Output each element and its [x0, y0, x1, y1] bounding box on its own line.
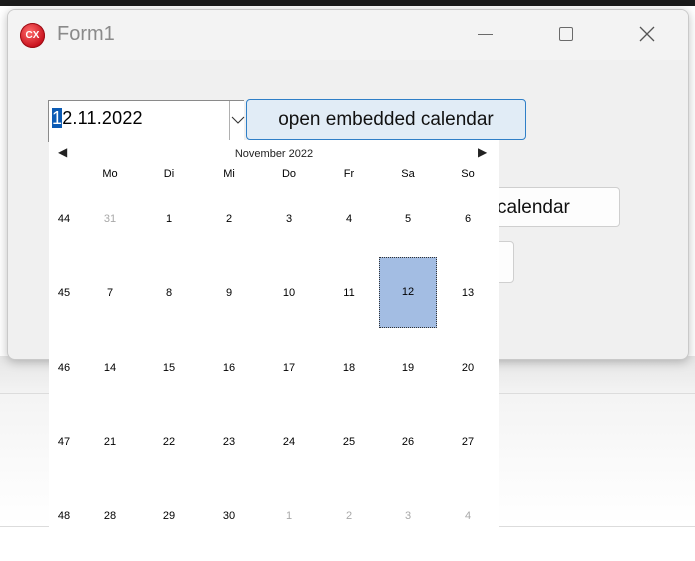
- maximize-icon: [559, 27, 573, 41]
- weekday-label: Mo: [102, 168, 118, 180]
- calendar-day[interactable]: 31: [90, 213, 130, 225]
- calendar-header: ◀ November 2022 ▶: [49, 140, 499, 168]
- calendar-dropdown: ◀ November 2022 ▶ Mo Di Mi Do Fr Sa So 44 31 1 2 3 4…: [49, 140, 499, 530]
- background-app-bar: [0, 0, 695, 6]
- calendar-day[interactable]: 2: [209, 213, 249, 225]
- date-value-rest: 2.11.2022: [62, 108, 143, 128]
- calendar-day[interactable]: 28: [90, 510, 130, 522]
- open-embedded-calendar-button[interactable]: open embedded calendar: [246, 99, 526, 140]
- window-title: Form1: [57, 23, 115, 45]
- calendar-day[interactable]: 19: [388, 362, 428, 374]
- title-bar[interactable]: CX Form1: [8, 10, 688, 60]
- calendar-day[interactable]: 30: [209, 510, 249, 522]
- weekday-label: Sa: [401, 168, 415, 180]
- calendar-day[interactable]: 25: [329, 436, 369, 448]
- week-number: 44: [57, 213, 71, 225]
- close-button[interactable]: [607, 10, 687, 60]
- calendar-day[interactable]: 27: [448, 436, 488, 448]
- calendar-day[interactable]: 15: [149, 362, 189, 374]
- app-icon: CX: [20, 23, 45, 48]
- calendar-day[interactable]: 4: [329, 213, 369, 225]
- calendar-day[interactable]: 21: [90, 436, 130, 448]
- calendar-day[interactable]: 18: [329, 362, 369, 374]
- calendar-day[interactable]: 7: [90, 287, 130, 299]
- calendar-day[interactable]: 24: [269, 436, 309, 448]
- date-picker-divider: [229, 101, 230, 141]
- calendar-day[interactable]: 3: [269, 213, 309, 225]
- calendar-day[interactable]: 3: [388, 510, 428, 522]
- weekday-label: Mi: [223, 168, 235, 180]
- calendar-day[interactable]: 26: [388, 436, 428, 448]
- calendar-day-selected[interactable]: 12: [379, 257, 437, 328]
- calendar-day[interactable]: 29: [149, 510, 189, 522]
- date-picker-field[interactable]: 12.11.2022: [48, 100, 245, 142]
- week-number: 46: [57, 362, 71, 374]
- calendar-day[interactable]: 14: [90, 362, 130, 374]
- calendar-day[interactable]: 22: [149, 436, 189, 448]
- calendar-day[interactable]: 16: [209, 362, 249, 374]
- week-number: 45: [57, 287, 71, 299]
- weekday-label: Di: [163, 168, 175, 180]
- weekday-label: So: [461, 168, 475, 180]
- week-number: 47: [57, 436, 71, 448]
- calendar-day[interactable]: 1: [269, 510, 309, 522]
- calendar-day[interactable]: 5: [388, 213, 428, 225]
- weekday-label: Fr: [343, 168, 355, 180]
- calendar-day[interactable]: 8: [149, 287, 189, 299]
- calendar-day[interactable]: 9: [209, 287, 249, 299]
- calendar-day[interactable]: 2: [329, 510, 369, 522]
- minimize-button[interactable]: [445, 10, 525, 60]
- calendar-day[interactable]: 23: [209, 436, 249, 448]
- calendar-day[interactable]: 13: [448, 287, 488, 299]
- calendar-day[interactable]: 20: [448, 362, 488, 374]
- calendar-month-label: November 2022: [234, 148, 314, 160]
- next-month-icon[interactable]: ▶: [478, 145, 487, 159]
- calendar-day[interactable]: 10: [269, 287, 309, 299]
- date-value[interactable]: 12.11.2022: [52, 108, 143, 129]
- weekday-label: Do: [281, 168, 297, 180]
- calendar-day[interactable]: 6: [448, 213, 488, 225]
- week-number: 48: [57, 510, 71, 522]
- minimize-icon: [478, 34, 493, 35]
- maximize-button[interactable]: [526, 10, 606, 60]
- calendar-day[interactable]: 17: [269, 362, 309, 374]
- calendar-day[interactable]: 11: [329, 287, 369, 299]
- calendar-day[interactable]: 4: [448, 510, 488, 522]
- chevron-down-icon[interactable]: [231, 113, 245, 127]
- calendar-day[interactable]: 1: [149, 213, 189, 225]
- calendar-button[interactable]: calendar: [486, 187, 620, 227]
- date-value-selected: 1: [52, 108, 63, 128]
- close-icon: [639, 26, 655, 42]
